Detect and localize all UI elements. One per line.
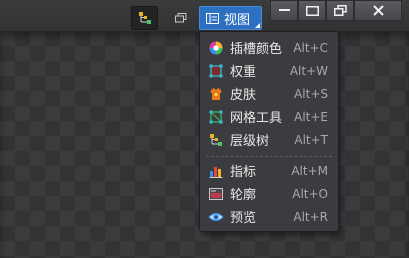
restore-button[interactable] [326,0,354,21]
menu-item-metrics[interactable]: 指标 Alt+M [200,159,338,182]
menu-item-shortcut: Alt+M [291,163,328,178]
menu-item-shortcut: Alt+R [293,209,328,224]
menu-separator [206,156,332,157]
minimize-button[interactable] [270,0,298,21]
menu-item-slot-colors[interactable]: 插槽颜色 Alt+C [200,36,338,59]
view-button-label: 视图 [224,12,251,28]
menu-item-label: 皮肤 [230,88,257,103]
menu-item-shortcut: Alt+T [294,132,328,147]
view-icon [206,12,219,24]
menu-item-shortcut: Alt+C [293,40,328,55]
maximize-icon [305,5,319,16]
skin-icon [208,86,224,102]
layers-icon [175,13,187,23]
menu-item-mesh-tools[interactable]: 网格工具 Alt+E [200,105,338,128]
menu-item-skins[interactable]: 皮肤 Alt+S [200,82,338,105]
restore-icon [333,5,347,16]
dropdown-corner-indicator [255,23,260,28]
hierarchy-tree-icon [208,132,224,148]
menu-item-shortcut: Alt+W [289,63,328,78]
menu-item-shortcut: Alt+O [292,186,328,201]
menu-item-label: 轮廓 [230,188,257,203]
menu-item-label: 网格工具 [230,111,283,126]
menu-item-hierarchy-tree[interactable]: 层级树 Alt+T [200,128,338,151]
menu-item-label: 预览 [230,211,257,226]
minimize-icon [278,9,290,12]
preview-icon [208,209,224,225]
menu-item-label: 权重 [230,65,257,80]
view-dropdown-menu: 插槽颜色 Alt+C 权重 Alt+W 皮肤 Alt+S 网格工具 Alt+E … [199,31,339,232]
mesh-tool-icon [208,109,224,125]
layers-button[interactable] [172,8,190,28]
top-toolbar: 视图 [0,0,409,32]
menu-item-weights[interactable]: 权重 Alt+W [200,59,338,82]
metrics-icon [208,163,224,179]
maximize-button[interactable] [298,0,326,21]
hierarchy-button[interactable] [131,6,158,30]
close-icon [372,5,384,16]
view-menu-button[interactable]: 视图 [199,6,262,30]
menu-item-preview[interactable]: 预览 Alt+R [200,205,338,228]
hierarchy-icon [138,11,152,25]
menu-item-shortcut: Alt+E [294,109,328,124]
menu-item-label: 层级树 [230,134,270,149]
menu-item-outline[interactable]: 轮廓 Alt+O [200,182,338,205]
color-wheel-icon [208,40,224,56]
menu-item-shortcut: Alt+S [294,86,328,101]
close-button[interactable] [354,0,402,21]
weight-icon [208,63,224,79]
menu-item-label: 插槽颜色 [230,42,283,57]
menu-item-label: 指标 [230,165,257,180]
outline-icon [208,186,224,202]
